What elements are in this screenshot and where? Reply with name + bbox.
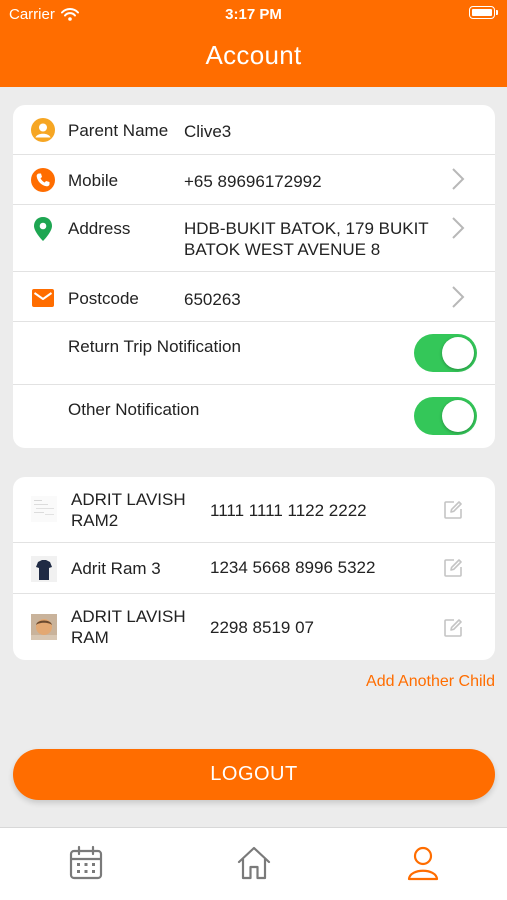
child-row[interactable]: ADRIT LAVISH RAM2 1111 1111 1122 2222	[13, 477, 495, 543]
mobile-label: Mobile	[68, 171, 119, 190]
postcode-row[interactable]: Postcode 650263	[13, 272, 495, 322]
home-icon[interactable]	[237, 845, 271, 881]
edit-icon[interactable]	[443, 500, 463, 520]
child-name: ADRIT LAVISH RAM	[71, 607, 186, 647]
return-trip-notification-row: Return Trip Notification	[13, 322, 495, 385]
profile-icon[interactable]	[406, 845, 440, 881]
other-notification-row: Other Notification	[13, 385, 495, 448]
chevron-right-icon	[452, 217, 465, 239]
person-icon	[31, 118, 55, 142]
parent-name-row: Parent Name Clive3	[13, 105, 495, 155]
postcode-value: 650263	[184, 290, 241, 309]
parent-name-label: Parent Name	[68, 121, 169, 140]
location-pin-icon	[34, 217, 52, 241]
child-row[interactable]: ADRIT LAVISH RAM 2298 8519 07	[13, 594, 495, 660]
status-time: 3:17 PM	[225, 6, 282, 23]
account-card: Parent Name Clive3 Mobile +65 8969617299…	[13, 105, 495, 448]
phone-icon	[31, 168, 55, 192]
children-card: ADRIT LAVISH RAM2 1111 1111 1122 2222 Ad…	[13, 477, 495, 660]
calendar-icon[interactable]	[69, 845, 103, 881]
address-value: HDB-BUKIT BATOK, 179 BUKIT BATOK WEST AV…	[184, 219, 429, 259]
child-photo	[31, 614, 57, 640]
toggle-knob	[442, 400, 474, 432]
child-card-number: 1111 1111 1122 2222	[210, 501, 367, 520]
child-row[interactable]: Adrit Ram 3 1234 5668 8996 5322	[13, 543, 495, 594]
address-row[interactable]: Address HDB-BUKIT BATOK, 179 BUKIT BATOK…	[13, 205, 495, 272]
child-name: Adrit Ram 3	[71, 559, 161, 578]
chevron-right-icon	[452, 168, 465, 190]
parent-name-value: Clive3	[184, 122, 232, 141]
child-photo	[31, 496, 57, 522]
status-bar: Carrier 3:17 PM	[0, 0, 507, 28]
mobile-value: +65 89696172992	[184, 172, 322, 191]
edit-icon[interactable]	[443, 558, 463, 578]
address-label: Address	[68, 219, 131, 238]
child-photo	[31, 556, 57, 582]
battery-icon	[469, 6, 498, 19]
postcode-label: Postcode	[68, 289, 139, 308]
child-name: ADRIT LAVISH RAM2	[71, 490, 186, 530]
header: Carrier 3:17 PM Account	[0, 0, 507, 87]
add-another-child-link[interactable]: Add Another Child	[366, 673, 495, 691]
edit-icon[interactable]	[443, 618, 463, 638]
tab-bar	[0, 827, 507, 900]
return-trip-notification-label: Return Trip Notification	[68, 337, 241, 356]
chevron-right-icon	[452, 286, 465, 308]
page-title: Account	[205, 40, 302, 70]
return-trip-notification-toggle[interactable]	[414, 334, 477, 372]
other-notification-toggle[interactable]	[414, 397, 477, 435]
logout-button[interactable]: LOGOUT	[13, 749, 495, 800]
toggle-knob	[442, 337, 474, 369]
child-card-number: 1234 5668 8996 5322	[210, 558, 376, 577]
mobile-row[interactable]: Mobile +65 89696172992	[13, 155, 495, 205]
envelope-icon	[32, 289, 54, 307]
other-notification-label: Other Notification	[68, 400, 200, 419]
child-card-number: 2298 8519 07	[210, 618, 314, 637]
